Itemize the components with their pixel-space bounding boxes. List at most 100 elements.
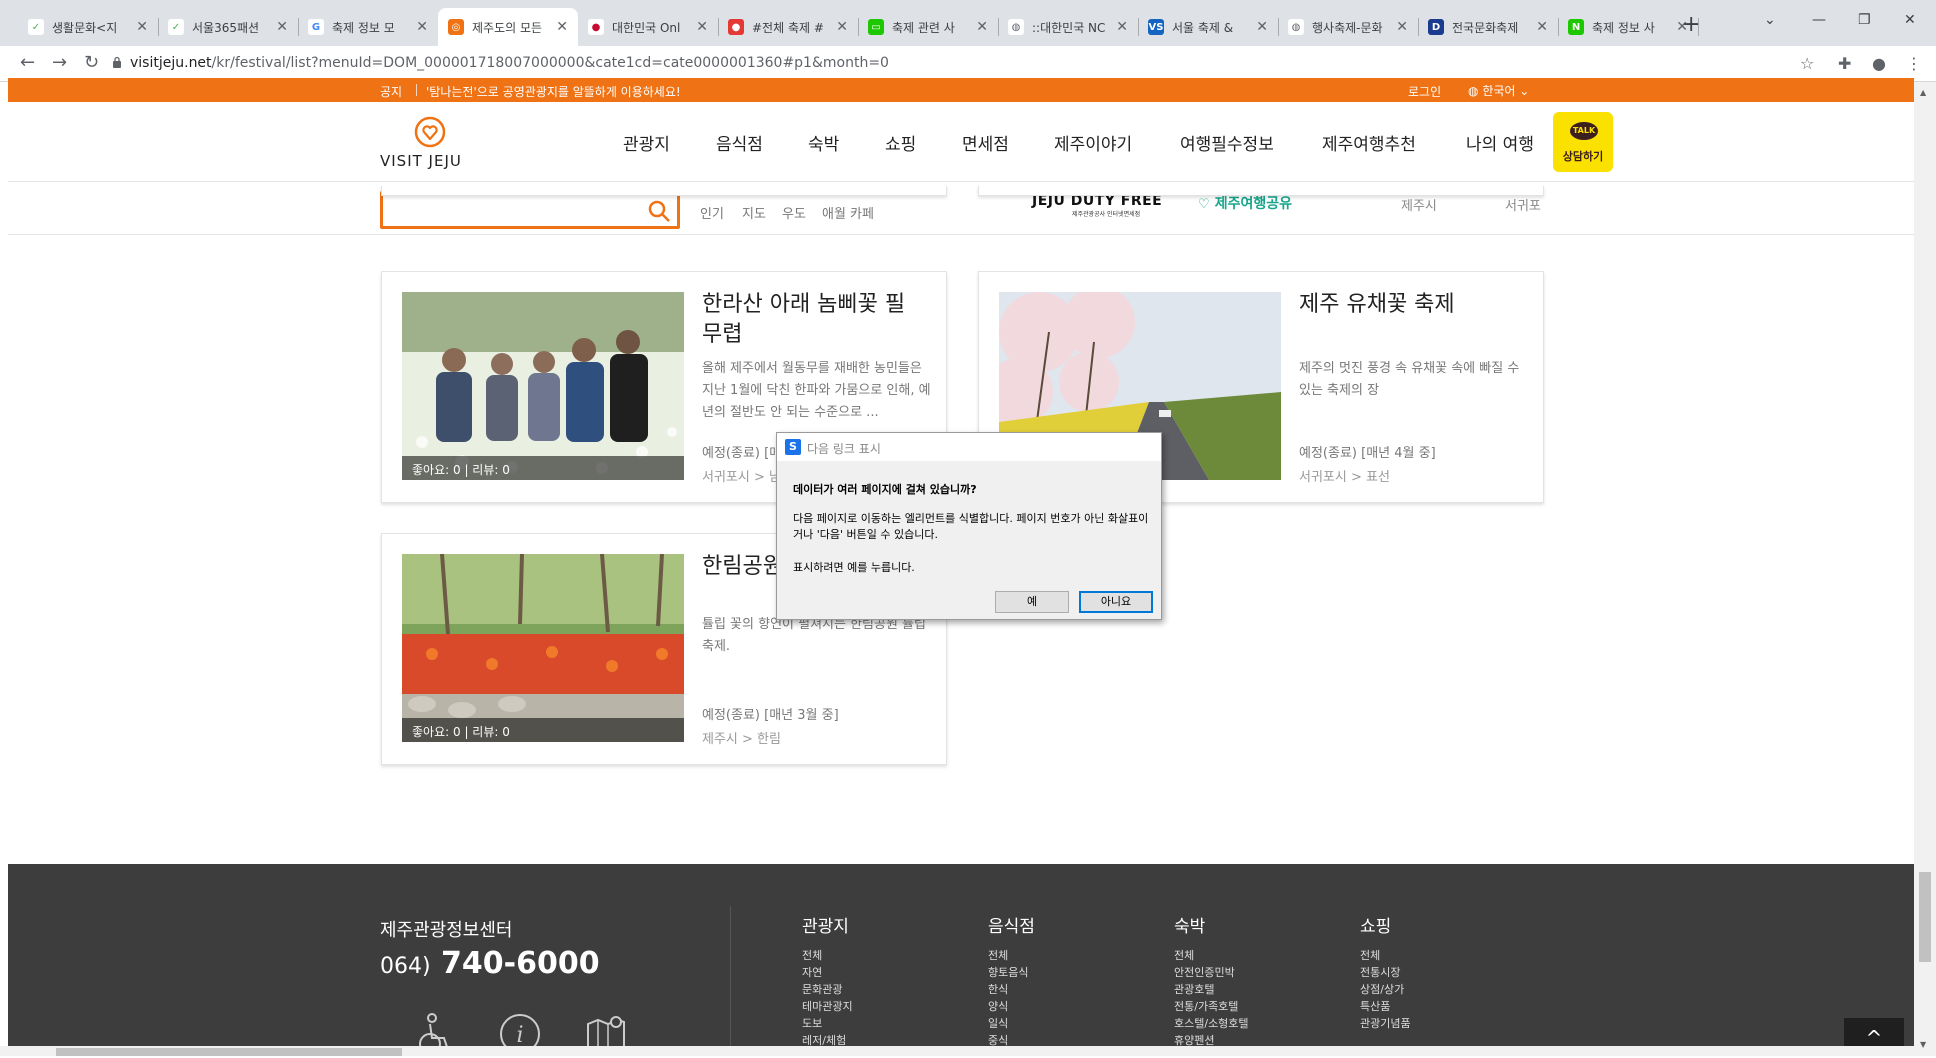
tab-close-icon[interactable]: ✕ [696,19,708,35]
browser-tab[interactable]: D 전국문화축제 ✕ [1418,8,1558,46]
nav-menu-item[interactable]: 여행필수정보 [1180,130,1274,155]
tab-close-icon[interactable]: ✕ [136,19,148,35]
horizontal-scrollbar[interactable] [0,1046,1914,1056]
nav-menu-item[interactable]: 제주여행추천 [1322,130,1416,155]
restore-icon[interactable]: ❐ [1858,12,1871,28]
bookmark-star-icon[interactable]: ☆ [1800,54,1814,73]
browser-tab[interactable]: N 축제 정보 사 ✕ [1558,8,1698,46]
footer-link[interactable]: 자연 [802,964,853,981]
footer-link[interactable]: 상점/상가 [1360,981,1411,998]
footer-column-heading[interactable]: 음식점 [988,912,1035,937]
tab-close-icon[interactable]: ✕ [1256,19,1268,35]
search-icon[interactable] [647,199,671,223]
browser-tab[interactable]: ◎ 제주도의 모든 ✕ [438,8,578,46]
footer-link[interactable]: 양식 [988,998,1035,1015]
card-bottom-edge [381,186,947,196]
footer-link[interactable]: 전체 [988,947,1035,964]
reload-icon[interactable]: ↻ [84,52,99,73]
festival-thumbnail[interactable]: 좋아요: 0 | 리뷰: 0 [402,554,684,742]
notice-message[interactable]: '탐나는전'으로 공영관광지를 알뜰하게 이용하세요! [426,83,681,100]
search-input[interactable] [391,200,631,220]
forward-icon[interactable]: → [52,52,67,73]
browser-tab[interactable]: ✓ 서울365패션 ✕ [158,8,298,46]
nav-menu-item[interactable]: 나의 여행 [1466,130,1534,155]
tab-search-icon[interactable]: ⌄ [1764,12,1776,28]
browser-tab[interactable]: G 축제 정보 모 ✕ [298,8,438,46]
region-link[interactable]: 제주시 [1401,195,1437,214]
yes-button[interactable]: 예 [995,591,1069,613]
tab-close-icon[interactable]: ✕ [416,19,428,35]
scroll-down-icon[interactable]: ▼ [1920,1040,1926,1049]
nav-menu-item[interactable]: 쇼핑 [885,130,916,155]
minimize-icon[interactable]: — [1812,12,1826,28]
tab-close-icon[interactable]: ✕ [1536,19,1548,35]
footer-link[interactable]: 도보 [802,1015,853,1032]
login-link[interactable]: 로그인 [1408,83,1441,100]
browser-tab[interactable]: VS 서울 축제 & ✕ [1138,8,1278,46]
tab-title: 제주도의 모든 [472,20,543,35]
footer-column-heading[interactable]: 관광지 [802,912,853,937]
scroll-up-icon[interactable]: ▲ [1920,88,1926,97]
festival-thumbnail[interactable]: 좋아요: 0 | 리뷰: 0 [402,292,684,480]
new-tab-button[interactable]: + [1682,12,1700,37]
keyword-link[interactable]: 지도 [742,203,766,222]
visit-jeju-logo[interactable]: VISIT JEJU [380,116,490,172]
tab-close-icon[interactable]: ✕ [1396,19,1408,35]
footer-link[interactable]: 호스텔/소형호텔 [1174,1015,1249,1032]
footer-link[interactable]: 일식 [988,1015,1035,1032]
footer-link[interactable]: 전체 [802,947,853,964]
nav-menu-item[interactable]: 음식점 [716,130,763,155]
kakao-talk-button[interactable]: TALK 상담하기 [1553,112,1613,172]
browser-tab[interactable]: ● #전체 축제 # ✕ [718,8,858,46]
browser-tab[interactable]: ◍::대한민국 NC ✕ [998,8,1138,46]
footer-link[interactable]: 특산품 [1360,998,1411,1015]
tab-close-icon[interactable]: ✕ [976,19,988,35]
phone-number: 740-6000 [441,946,600,981]
browser-tab[interactable]: ✓ 생활문화<지 ✕ [18,8,158,46]
tab-title: #전체 축제 # [752,20,824,35]
vertical-scrollbar[interactable]: ▲ ▼ [1914,82,1936,1056]
url-field[interactable]: visitjeju.net/kr/festival/list?menuId=DO… [130,55,889,71]
browser-menu-icon[interactable]: ⋮ [1906,54,1922,73]
no-button[interactable]: 아니요 [1079,591,1153,613]
keyword-link[interactable]: 애월 카페 [822,203,874,222]
region-link[interactable]: 서귀포 [1505,195,1541,214]
nav-menu-item[interactable]: 면세점 [962,130,1009,155]
close-window-icon[interactable]: ✕ [1904,12,1916,28]
footer-link[interactable]: 전체 [1174,947,1249,964]
footer-link[interactable]: 관광호텔 [1174,981,1249,998]
footer-link[interactable]: 안전인증민박 [1174,964,1249,981]
browser-tab[interactable]: ◍ 행사축제-문화 ✕ [1278,8,1418,46]
festival-title[interactable]: 제주 유채꽃 축제 [1299,290,1529,320]
footer-column-heading[interactable]: 쇼핑 [1360,912,1411,937]
footer-link[interactable]: 향토음식 [988,964,1035,981]
tab-close-icon[interactable]: ✕ [556,19,568,35]
footer-column-heading[interactable]: 숙박 [1174,912,1249,937]
language-select[interactable]: ◍ 한국어 ⌄ [1468,82,1529,99]
extensions-icon[interactable]: ✚ [1838,54,1851,73]
keyword-link[interactable]: 우도 [782,203,806,222]
scrollbar-thumb[interactable] [1919,872,1931,962]
footer-link[interactable]: 관광기념품 [1360,1015,1411,1032]
footer-link[interactable]: 문화관광 [802,981,853,998]
browser-tab[interactable]: ● 대한민국 Onl ✕ [578,8,718,46]
keyword-link[interactable]: 인기 [700,203,724,222]
browser-tab[interactable]: ▭ 축제 관련 사 ✕ [858,8,998,46]
festival-title[interactable]: 한라산 아래 놈삐꽃 필 무렵 [702,290,932,350]
tab-close-icon[interactable]: ✕ [276,19,288,35]
scrollbar-thumb[interactable] [56,1048,402,1056]
profile-icon[interactable]: ● [1872,54,1886,73]
jeju-duty-free-banner[interactable]: JEJU DUTY FREE 제주관광공사 인터넷면세점 [1032,193,1172,223]
footer-link[interactable]: 전통시장 [1360,964,1411,981]
tab-close-icon[interactable]: ✕ [1116,19,1128,35]
footer-link[interactable]: 테마관광지 [802,998,853,1015]
back-icon[interactable]: ← [20,52,35,73]
tab-close-icon[interactable]: ✕ [836,19,848,35]
jeju-travel-share-banner[interactable]: ♡ 제주여행공유 [1198,193,1308,223]
footer-link[interactable]: 전체 [1360,947,1411,964]
footer-link[interactable]: 전통/가족호텔 [1174,998,1249,1015]
nav-menu-item[interactable]: 제주이야기 [1054,130,1132,155]
footer-link[interactable]: 한식 [988,981,1035,998]
nav-menu-item[interactable]: 숙박 [808,130,839,155]
nav-menu-item[interactable]: 관광지 [623,130,670,155]
